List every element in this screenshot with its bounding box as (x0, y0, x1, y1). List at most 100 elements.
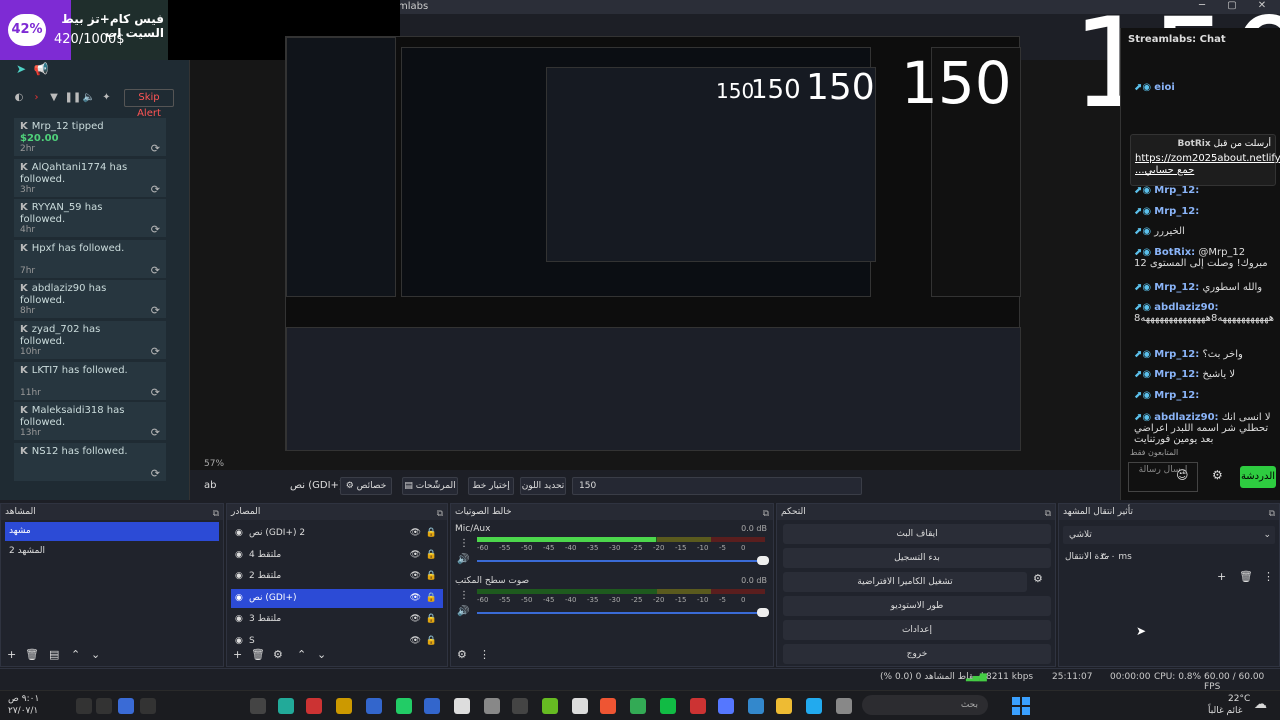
chat-message[interactable]: ⬈◉ Mrp_12: واخر بث؟ (1134, 349, 1274, 360)
source-item[interactable]: ◉ ملتقط 4 👁 🔒 (231, 546, 443, 565)
replay-icon[interactable]: ⟳ (151, 142, 160, 155)
transition-select[interactable]: تلاشي ⌄ (1063, 526, 1275, 544)
filter-icon[interactable]: ▤ (49, 648, 59, 661)
eye-icon[interactable]: 👁 (410, 632, 421, 651)
more-icon[interactable]: ⋮ (479, 648, 490, 661)
chevron-right-icon[interactable]: › (30, 92, 44, 103)
chat-message[interactable]: ⬈◉ BotRix: @Mrp_12 مبروك! وصلت إلى المست… (1134, 247, 1274, 269)
skip-alert-button[interactable]: Skip Alert (124, 89, 174, 119)
folder-icon[interactable] (776, 698, 792, 714)
app-icon[interactable] (836, 698, 852, 714)
volume-slider-handle[interactable] (757, 556, 769, 565)
chat-message[interactable]: ⬈◉ Mrp_12: لا ياشيخ (1134, 369, 1274, 380)
lock-icon[interactable]: 🔒 (426, 567, 437, 586)
chat-message[interactable]: ⬈◉ abdlaziz90: 8هههههههههههه8ههههههههههه… (1134, 302, 1274, 324)
clock-date[interactable]: ٢٧/٠٧/١ (8, 706, 38, 716)
gear-icon[interactable]: ⚙ (1033, 572, 1043, 585)
alert-item[interactable]: Kzyad_702 has followed. 10hr ⟳ (14, 321, 166, 359)
nvidia-icon[interactable] (542, 698, 558, 714)
shield-icon[interactable]: ◐ (12, 92, 26, 103)
trash-icon[interactable]: 🗑 (251, 648, 265, 661)
megaphone-icon[interactable]: 📢 (34, 62, 49, 76)
source-item[interactable]: ◉ ملتقط 3 👁 🔒 (231, 610, 443, 629)
clock-time[interactable]: ٩:٠١ ص (8, 694, 39, 704)
eye-icon[interactable]: 👁 (410, 589, 421, 608)
add-icon[interactable]: + (1217, 570, 1226, 583)
volume-slider[interactable] (477, 612, 767, 614)
discord-icon[interactable] (718, 698, 734, 714)
chat-send-button[interactable]: الدردشة (1240, 466, 1276, 488)
replay-icon[interactable]: ⟳ (151, 304, 160, 317)
chat-message[interactable]: ⬈◉ Mrp_12: (1134, 206, 1274, 217)
taskbar-search[interactable]: بحث (862, 695, 988, 715)
chat-message[interactable]: ⬈◉ eioi (1134, 82, 1274, 93)
alert-item[interactable]: Kabdlaziz90 has followed. 8hr ⟳ (14, 280, 166, 319)
control-button[interactable]: بدء التسجيل (783, 548, 1051, 568)
edge-icon[interactable] (806, 698, 822, 714)
chevron-up-icon[interactable] (140, 698, 156, 714)
properties-button[interactable]: ⚙ خصائص (340, 477, 392, 495)
control-button[interactable]: تشغيل الكاميرا الافتراضية (783, 572, 1027, 592)
chat-message[interactable]: ⬈◉ الخيررر (1134, 226, 1274, 237)
mic-icon[interactable] (118, 698, 134, 714)
text-value-field[interactable]: 150 (572, 477, 862, 495)
app-icon[interactable] (690, 698, 706, 714)
pause-icon[interactable]: ❚❚ (65, 92, 82, 103)
speaker-icon[interactable] (96, 698, 112, 714)
gear-icon[interactable]: ⚙ (1212, 468, 1223, 482)
source-item[interactable]: ◉ ملتقط 2 👁 🔒 (231, 567, 443, 586)
speaker-icon[interactable]: 🔊 (457, 606, 469, 617)
replay-icon[interactable]: ⟳ (151, 467, 160, 480)
alert-item[interactable]: K Mrp_12 tipped $20.00 2hr ⟳ (14, 118, 166, 156)
chat-pinned-message[interactable]: BotRix أرسلت من قبل https://zom2025about… (1130, 134, 1280, 186)
magic-icon[interactable]: ✦ (100, 92, 114, 103)
source-item[interactable]: ◉ نص (GDI+) 2 👁 🔒 (231, 524, 443, 543)
app-icon[interactable] (572, 698, 588, 714)
alert-item[interactable]: K RYYAN_59 has followed. 4hr ⟳ (14, 199, 166, 238)
alert-item[interactable]: K NS12 has followed. ⟳ (14, 442, 166, 481)
popout-icon[interactable]: ⧉ (437, 506, 443, 522)
alert-item[interactable]: K AlQahtani1774 has followed. 3hr ⟳ (14, 158, 166, 197)
replay-icon[interactable]: ⟳ (151, 386, 160, 399)
add-icon[interactable]: + (233, 648, 242, 661)
control-button[interactable]: خروج (783, 644, 1051, 664)
lock-icon[interactable]: 🔒 (426, 524, 437, 543)
gear-icon[interactable]: ⚙ (273, 648, 283, 661)
chevron-down-icon[interactable]: ⌄ (317, 648, 326, 661)
popout-icon[interactable]: ⧉ (1269, 506, 1275, 522)
lock-icon[interactable]: 🔒 (426, 610, 437, 629)
more-icon[interactable]: ⋮ (459, 590, 469, 601)
popout-icon[interactable]: ⧉ (763, 506, 769, 522)
duration-field[interactable]: ٣٠٠ ms (1095, 549, 1275, 565)
chat-message[interactable]: ⬈◉ Mrp_12: (1134, 390, 1274, 401)
filters-button[interactable]: ▤ المرشّحات (402, 477, 458, 495)
more-icon[interactable]: ⋮ (1263, 570, 1274, 583)
speaker-icon[interactable]: 🔊 (457, 554, 469, 565)
alert-item[interactable]: K Maleksaidi318 has followed. 13hr ⟳ (14, 402, 166, 441)
gear-icon[interactable]: ⚙ (457, 648, 467, 661)
chat-message[interactable]: ⬈◉ Mrp_12: والله اسطوري (1134, 282, 1274, 293)
zoom-level[interactable]: 57% (204, 459, 224, 469)
weather-desc[interactable]: غائم غالباً (1208, 706, 1242, 716)
add-icon[interactable]: + (7, 648, 16, 661)
scene-item[interactable]: مشهد (5, 522, 219, 541)
filter-icon[interactable]: ▼ (47, 92, 61, 103)
chevron-up-icon[interactable]: ⌃ (297, 648, 306, 661)
chevron-up-icon[interactable]: ⌃ (71, 648, 80, 661)
weather-temp[interactable]: 22°C (1228, 694, 1250, 704)
app-icon[interactable] (454, 698, 470, 714)
control-button[interactable]: طور الاستوديو (783, 596, 1051, 616)
emoji-icon[interactable]: ☺ (1176, 468, 1189, 482)
epic-icon[interactable] (250, 698, 266, 714)
replay-icon[interactable]: ⟳ (151, 426, 160, 439)
more-icon[interactable]: ⋮ (459, 538, 469, 549)
lock-icon[interactable]: 🔒 (426, 632, 437, 651)
volume-slider[interactable] (477, 560, 767, 562)
app-icon[interactable] (748, 698, 764, 714)
eye-icon[interactable]: 👁 (410, 567, 421, 586)
replay-icon[interactable]: ⟳ (151, 345, 160, 358)
trash-icon[interactable]: 🗑 (25, 648, 39, 661)
lock-icon[interactable]: 🔒 (426, 546, 437, 565)
control-button[interactable]: ايقاف البث (783, 524, 1051, 544)
alert-item[interactable]: K LKTI7 has followed. 11hr ⟳ (14, 361, 166, 400)
